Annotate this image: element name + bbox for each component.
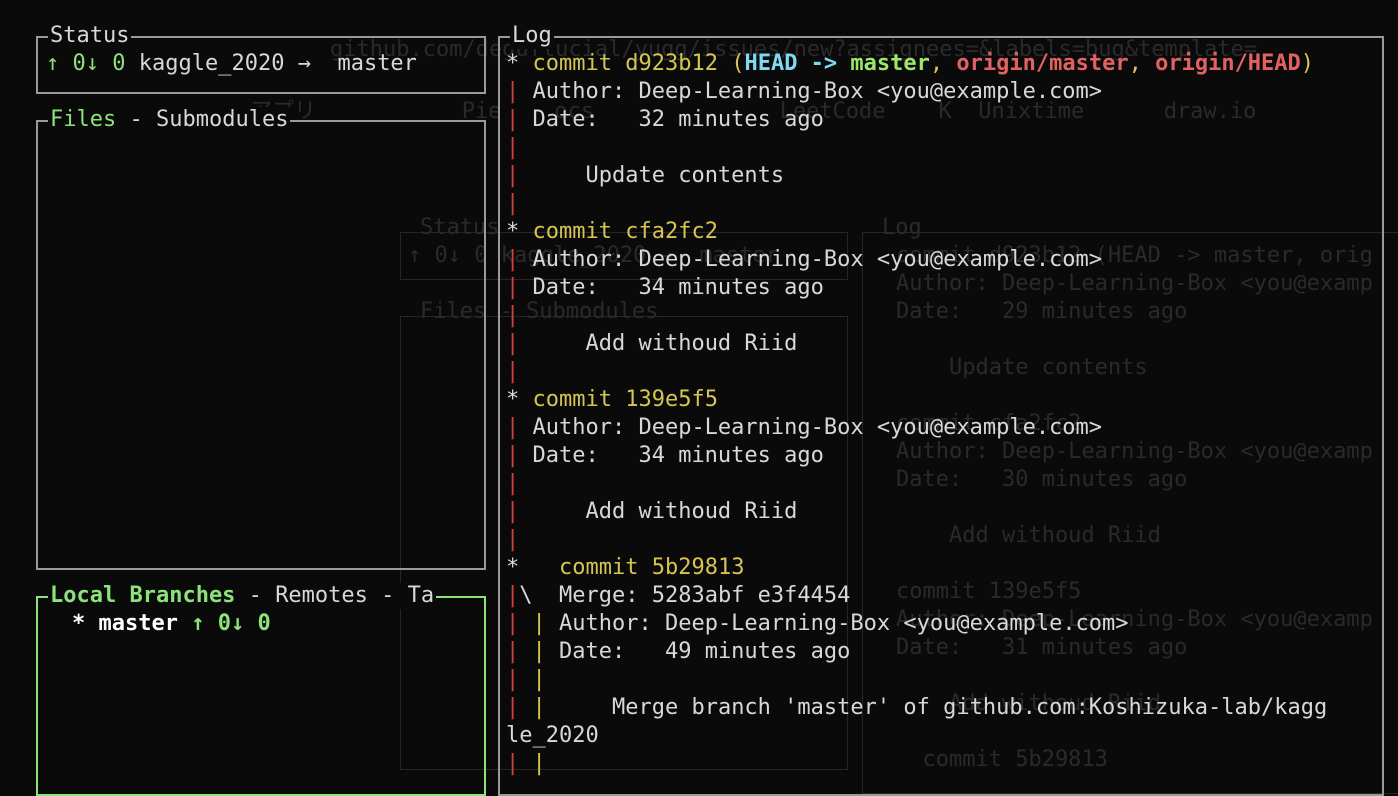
checkout-arrow: → (297, 51, 311, 76)
status-panel[interactable]: Status ↑ 0↓ 0 kaggle_2020 → master (36, 23, 486, 94)
files-panel[interactable]: Files - Submodules (36, 107, 486, 570)
graph-line: | (506, 359, 520, 384)
branch-counts: ↑ 0↓ 0 (191, 611, 271, 636)
status-line: ↑ 0↓ 0 kaggle_2020 → master (46, 50, 417, 78)
branches-panel[interactable]: Local Branches - Remotes - Ta * master ↑… (36, 583, 486, 796)
tab-separator: - (367, 583, 408, 608)
commit-message-wrap: le_2020 (506, 723, 599, 748)
current-branch: master (337, 51, 417, 76)
remote-ref: origin/HEAD (1155, 51, 1301, 76)
commit-author: | Author: Deep-Learning-Box <you@example… (506, 415, 1103, 440)
branch-list-item[interactable]: * master ↑ 0↓ 0 (72, 610, 271, 638)
status-panel-title: Status (48, 23, 132, 49)
commit-date: | | Date: 49 minutes ago (506, 639, 851, 664)
graph-line: | (506, 191, 520, 216)
tab-local-branches[interactable]: Local Branches (50, 583, 235, 608)
tab-separator: - (116, 107, 156, 132)
commit-author: | Author: Deep-Learning-Box <you@example… (506, 79, 1103, 104)
commit-line: * commit 139e5f5 (506, 387, 718, 412)
branch-name: master (98, 611, 178, 636)
commit-line: * commit cfa2fc2 (506, 219, 718, 244)
commit-author: | Author: Deep-Learning-Box <you@example… (506, 247, 1103, 272)
graph-line: | (506, 303, 520, 328)
commit-message: | Update contents (506, 163, 785, 188)
graph-node: * (506, 51, 520, 76)
graph-line: | (506, 527, 520, 552)
head-ref: HEAD -> (744, 51, 851, 76)
commit-message: | Add withoud Riid (506, 331, 798, 356)
files-panel-title: Files - Submodules (48, 107, 291, 133)
branches-panel-title: Local Branches - Remotes - Ta (48, 583, 437, 609)
commit-message: | | Merge branch 'master' of github.com:… (506, 695, 1328, 720)
tab-submodules[interactable]: Submodules (156, 107, 288, 132)
tab-separator: - (235, 583, 276, 608)
remote-ref: origin/master (956, 51, 1129, 76)
log-panel-title: Log (510, 23, 554, 49)
commit-line: * commit d923b12 (HEAD -> master, origin… (506, 51, 1315, 76)
commit-hash: 5b29813 (651, 555, 745, 580)
commit-date: | Date: 34 minutes ago (506, 275, 824, 300)
commit-date: | Date: 34 minutes ago (506, 443, 824, 468)
graph-line: | | (506, 751, 546, 776)
commit-hash: d923b12 (625, 51, 718, 76)
commit-merge: |\ Merge: 5283abf e3f4454 (506, 583, 851, 608)
current-branch-marker: * (72, 611, 86, 636)
graph-line: | (506, 135, 520, 160)
commit-line: * commit 5b29813 (506, 555, 745, 580)
repo-name: kaggle_2020 (138, 51, 285, 76)
graph-line: | (506, 471, 520, 496)
commit-hash: cfa2fc2 (625, 219, 718, 244)
behind-count: ↓ 0 (85, 51, 126, 76)
graph-line: | | (506, 667, 546, 692)
tab-remotes[interactable]: Remotes (275, 583, 368, 608)
tab-files[interactable]: Files (50, 107, 116, 132)
commit-date: | Date: 32 minutes ago (506, 107, 824, 132)
tab-tags[interactable]: Ta (408, 583, 435, 608)
commit-author: | | Author: Deep-Learning-Box <you@examp… (506, 611, 1129, 636)
commit-hash: 139e5f5 (625, 387, 718, 412)
log-panel[interactable]: Log * commit d923b12 (HEAD -> master, or… (498, 23, 1384, 796)
local-ref: master (850, 51, 930, 76)
ahead-count: ↑ 0 (46, 51, 86, 76)
commit-message: | Add withoud Riid (506, 499, 798, 524)
